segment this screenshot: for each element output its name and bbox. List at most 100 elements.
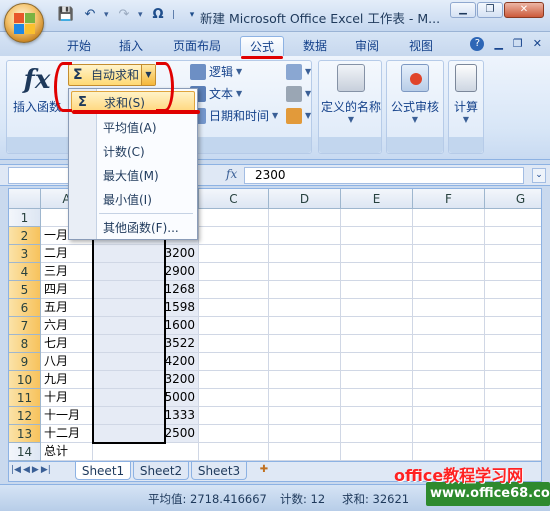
table-cell[interactable]	[341, 317, 413, 335]
table-cell[interactable]	[341, 263, 413, 281]
row-header[interactable]: 8	[9, 335, 41, 353]
table-cell[interactable]: 三月	[41, 263, 93, 281]
table-cell[interactable]	[199, 299, 269, 317]
next-sheet-icon[interactable]: ▶	[32, 465, 39, 475]
menu-item-min[interactable]: 最小值(I)	[71, 189, 195, 211]
more-functions-button[interactable]: ▼	[286, 106, 311, 126]
restore-icon[interactable]: ❐	[477, 2, 503, 18]
table-cell[interactable]: 十二月	[41, 425, 93, 443]
table-cell[interactable]	[413, 317, 485, 335]
table-cell[interactable]	[269, 335, 341, 353]
table-cell[interactable]	[341, 389, 413, 407]
table-cell[interactable]	[341, 443, 413, 461]
row-header[interactable]: 11	[9, 389, 41, 407]
ribbon-restore-icon[interactable]: ❐	[513, 37, 523, 51]
table-cell[interactable]	[485, 443, 541, 461]
table-cell[interactable]	[413, 407, 485, 425]
row-header[interactable]: 4	[9, 263, 41, 281]
table-cell[interactable]: 1268	[93, 281, 199, 299]
table-cell[interactable]	[269, 425, 341, 443]
table-cell[interactable]	[269, 299, 341, 317]
table-cell[interactable]: 十一月	[41, 407, 93, 425]
tab-page-layout[interactable]: 页面布局	[166, 36, 228, 56]
table-cell[interactable]	[413, 209, 485, 227]
table-cell[interactable]: 二月	[41, 245, 93, 263]
table-cell[interactable]	[269, 227, 341, 245]
table-cell[interactable]	[485, 317, 541, 335]
table-cell[interactable]	[413, 353, 485, 371]
table-cell[interactable]	[199, 263, 269, 281]
table-cell[interactable]	[413, 443, 485, 461]
table-cell[interactable]: 六月	[41, 317, 93, 335]
column-header-g[interactable]: G	[485, 189, 541, 209]
redo-dropdown-icon[interactable]: ▾	[138, 6, 144, 24]
table-cell[interactable]	[485, 299, 541, 317]
calculation-button[interactable]: 计算 ▼	[448, 64, 484, 124]
table-cell[interactable]	[485, 245, 541, 263]
row-header[interactable]: 3	[9, 245, 41, 263]
tab-home[interactable]: 开始	[60, 36, 98, 56]
table-cell[interactable]: 1333	[93, 407, 199, 425]
autosum-button[interactable]: Σ 自动求和 ▼	[68, 64, 156, 86]
sheet-tab-3[interactable]: Sheet3	[191, 462, 247, 480]
table-cell[interactable]	[341, 335, 413, 353]
table-cell[interactable]	[199, 371, 269, 389]
row-header[interactable]: 5	[9, 281, 41, 299]
minimize-icon[interactable]: ▁	[450, 2, 476, 18]
row-header[interactable]: 2	[9, 227, 41, 245]
table-cell[interactable]	[199, 209, 269, 227]
prev-sheet-icon[interactable]: ◀	[23, 465, 30, 475]
datetime-button[interactable]: 日期和时间 ▼	[190, 106, 278, 126]
table-cell[interactable]	[269, 443, 341, 461]
table-cell[interactable]	[341, 227, 413, 245]
expand-formula-icon[interactable]: ⌄	[532, 168, 546, 183]
row-header[interactable]: 13	[9, 425, 41, 443]
column-header-c[interactable]: C	[199, 189, 269, 209]
table-cell[interactable]: 八月	[41, 353, 93, 371]
math-button[interactable]: ▼	[286, 84, 311, 104]
table-cell[interactable]	[199, 227, 269, 245]
tab-view[interactable]: 视图	[402, 36, 440, 56]
table-cell[interactable]	[341, 209, 413, 227]
autosum-dropdown-icon[interactable]: ▼	[141, 65, 155, 85]
table-cell[interactable]	[93, 443, 199, 461]
office-button[interactable]	[4, 3, 44, 43]
table-cell[interactable]	[269, 263, 341, 281]
table-cell[interactable]	[341, 407, 413, 425]
row-header[interactable]: 10	[9, 371, 41, 389]
table-cell[interactable]	[199, 245, 269, 263]
column-header-d[interactable]: D	[269, 189, 341, 209]
table-cell[interactable]: 十月	[41, 389, 93, 407]
sheet-tab-2[interactable]: Sheet2	[133, 462, 189, 480]
table-cell[interactable]	[199, 335, 269, 353]
table-cell[interactable]	[413, 371, 485, 389]
table-cell[interactable]	[485, 389, 541, 407]
redo-icon[interactable]: ↷	[114, 6, 134, 24]
tab-formulas[interactable]: 公式	[240, 36, 284, 56]
table-cell[interactable]	[269, 389, 341, 407]
table-cell[interactable]	[269, 353, 341, 371]
table-cell[interactable]: 九月	[41, 371, 93, 389]
table-cell[interactable]	[413, 425, 485, 443]
formula-input[interactable]: 2300	[244, 167, 524, 184]
table-cell[interactable]	[341, 371, 413, 389]
ribbon-minimize-icon[interactable]: ▁	[494, 37, 502, 51]
table-cell[interactable]	[485, 353, 541, 371]
save-icon[interactable]: 💾	[56, 6, 76, 24]
table-cell[interactable]: 五月	[41, 299, 93, 317]
help-icon[interactable]: ?	[470, 37, 485, 51]
undo-icon[interactable]: ↶	[80, 6, 100, 24]
table-cell[interactable]	[341, 353, 413, 371]
menu-item-count[interactable]: 计数(C)	[71, 141, 195, 163]
table-cell[interactable]: 4200	[93, 353, 199, 371]
first-sheet-icon[interactable]: |◀	[11, 465, 21, 475]
last-sheet-icon[interactable]: ▶|	[41, 465, 51, 475]
table-cell[interactable]: 七月	[41, 335, 93, 353]
table-cell[interactable]: 四月	[41, 281, 93, 299]
table-cell[interactable]	[269, 407, 341, 425]
table-cell[interactable]	[485, 281, 541, 299]
table-cell[interactable]: 2500	[93, 425, 199, 443]
table-cell[interactable]	[199, 281, 269, 299]
table-cell[interactable]	[413, 227, 485, 245]
table-cell[interactable]	[199, 389, 269, 407]
